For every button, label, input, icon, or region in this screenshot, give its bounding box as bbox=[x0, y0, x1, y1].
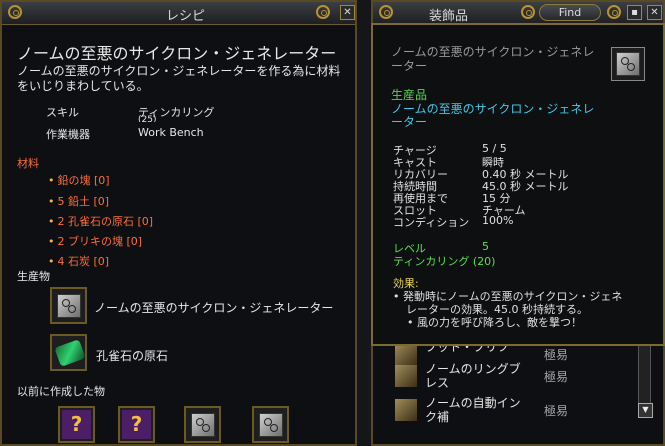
tooltip-title: ノームの至悪のサイクロン・ジェネレーター bbox=[391, 45, 595, 73]
material-item: • 2 ブリキの塊 [0] bbox=[48, 235, 143, 248]
tooltip-item-name: ノームの至悪のサイクロン・ジェネレーター bbox=[391, 102, 595, 129]
product-label: 孔雀石の原石 bbox=[96, 349, 169, 363]
product-slot[interactable] bbox=[50, 287, 87, 324]
product-slot[interactable] bbox=[50, 334, 87, 371]
swirl-ornament-icon bbox=[521, 5, 535, 19]
required-skill: ティンカリング (20) bbox=[393, 255, 496, 268]
swirl-ornament-icon bbox=[607, 5, 621, 19]
previous-item-slot[interactable] bbox=[252, 406, 289, 443]
swirl-ornament-icon bbox=[379, 5, 393, 19]
cube-icon bbox=[57, 294, 81, 318]
station-label: 作業機器 bbox=[46, 128, 90, 141]
material-item: • 5 鉛土 [0] bbox=[48, 195, 110, 208]
effect-line: レーターの効果。45.0 秒持続する。 bbox=[406, 303, 588, 316]
list-item-name: ノームの自動インク補 bbox=[425, 396, 521, 424]
item-icon bbox=[395, 399, 417, 421]
question-mark-icon: ? bbox=[122, 410, 151, 439]
find-button[interactable]: Find bbox=[539, 4, 601, 21]
previous-item-slot[interactable]: ? bbox=[58, 406, 95, 443]
item-tooltip: ノームの至悪のサイクロン・ジェネレーター 生産品 ノームの至悪のサイクロン・ジェ… bbox=[371, 23, 665, 346]
material-item: • 4 石炭 [0] bbox=[48, 255, 110, 268]
previous-header: 以前に作成した物 bbox=[17, 385, 105, 398]
swirl-ornament-icon bbox=[8, 5, 22, 19]
list-item-difficulty: 極易 bbox=[544, 348, 569, 362]
previous-item-slot[interactable] bbox=[184, 406, 221, 443]
previous-item-slot[interactable]: ? bbox=[118, 406, 155, 443]
question-mark-icon: ? bbox=[62, 410, 91, 439]
swirl-ornament-icon bbox=[316, 5, 330, 19]
recipe-item-name: ノームの至悪のサイクロン・ジェネレーター bbox=[17, 44, 337, 63]
accessory-window-title: 装飾品 bbox=[429, 9, 469, 24]
effect-line: • 発動時にノームの至悪のサイクロン・ジェネ bbox=[393, 290, 623, 303]
list-item-difficulty: 極易 bbox=[544, 370, 569, 384]
recipe-window-title: レシピ bbox=[166, 9, 206, 24]
material-item: • 2 孔雀石の原石 [0] bbox=[48, 215, 154, 228]
cube-icon bbox=[616, 52, 640, 76]
scroll-down-icon[interactable]: ▼ bbox=[638, 403, 653, 418]
close-button[interactable]: ✕ bbox=[647, 5, 662, 20]
tooltip-item-icon bbox=[611, 47, 645, 81]
effect-line: • 風の力を呼び降ろし、敵を撃つ！ bbox=[407, 316, 582, 329]
materials-header: 材料 bbox=[17, 157, 39, 170]
minimize-button[interactable]: ▪ bbox=[627, 5, 642, 20]
recipe-window: レシピ ✕ ノームの至悪のサイクロン・ジェネレーター ノームの至悪のサイクロン・… bbox=[0, 0, 357, 446]
level-value: 5 bbox=[482, 240, 489, 253]
close-button[interactable]: ✕ bbox=[340, 5, 355, 20]
list-item-difficulty: 極易 bbox=[544, 404, 569, 418]
effect-header: 効果: bbox=[393, 277, 419, 290]
product-label: ノームの至悪のサイクロン・ジェネレーター bbox=[94, 301, 334, 315]
skill-label: スキル bbox=[46, 106, 79, 119]
recipe-titlebar[interactable]: レシピ ✕ bbox=[2, 2, 355, 25]
skill-level: (25) bbox=[138, 115, 157, 122]
list-item-name: ノームのリングブレス bbox=[425, 362, 521, 390]
products-header: 生産物 bbox=[17, 270, 50, 283]
stat-value: 100% bbox=[482, 214, 514, 227]
cube-icon bbox=[191, 413, 215, 437]
recipe-description: ノームの至悪のサイクロン・ジェネレーターを作る為に材料をいじりまわしている。 bbox=[17, 64, 341, 93]
list-item[interactable]: ノームのリングブレス 極易 bbox=[389, 362, 619, 392]
gem-icon bbox=[54, 339, 86, 367]
tooltip-category: 生産品 bbox=[391, 88, 428, 102]
accessory-titlebar[interactable]: 装飾品 Find ▪ ✕ bbox=[373, 2, 663, 25]
cube-icon bbox=[259, 413, 283, 437]
list-item[interactable]: ノームの自動インク補 極易 bbox=[389, 396, 619, 426]
stat-label: コンディション bbox=[393, 216, 470, 229]
scrollbar[interactable]: ▼ bbox=[638, 342, 653, 418]
item-icon bbox=[395, 365, 417, 387]
material-item: • 鉛の塊 [0] bbox=[48, 174, 110, 187]
station-value: Work Bench bbox=[138, 126, 204, 139]
